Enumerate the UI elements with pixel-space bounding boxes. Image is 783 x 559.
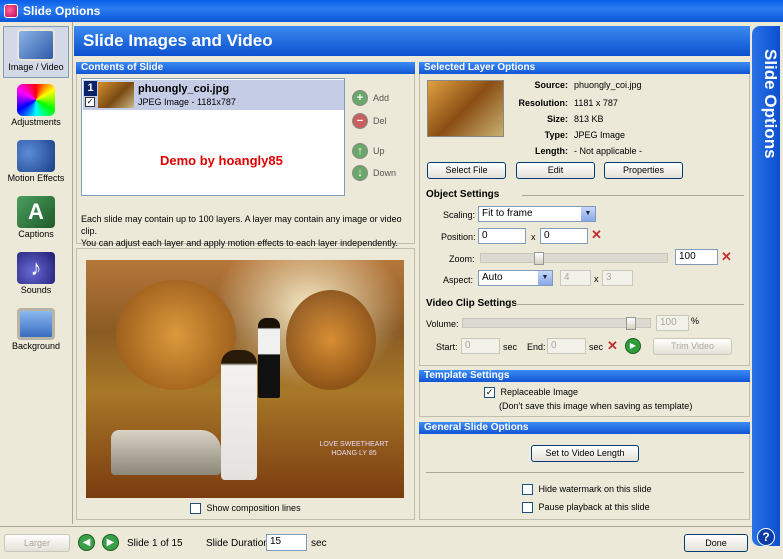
background-icon xyxy=(17,308,55,340)
reset-position-icon[interactable]: ✕ xyxy=(591,227,602,243)
list-item[interactable]: 1 ✓ phuongly_coi.jpg JPEG Image - 1181x7… xyxy=(83,80,344,110)
length-value: - Not applicable - xyxy=(574,146,643,156)
selected-layer-thumbnail xyxy=(427,80,504,137)
sidebar: Image / Video Adjustments Motion Effects… xyxy=(0,22,73,524)
reset-zoom-icon[interactable]: ✕ xyxy=(721,249,732,265)
scaling-dropdown[interactable]: Fit to frame ▼ xyxy=(478,206,596,222)
groom-figure xyxy=(258,318,280,398)
start-time-field[interactable]: 0 xyxy=(461,338,500,354)
sidebar-item-image-video[interactable]: Image / Video xyxy=(3,26,69,78)
position-y-field[interactable]: 0 xyxy=(540,228,588,244)
preview-watermark: LOVE SWEETHEART HOANG LY 85 xyxy=(319,441,389,457)
trim-video-button[interactable]: Trim Video xyxy=(653,338,732,355)
captions-icon: A xyxy=(17,196,55,228)
aspect-width-field[interactable]: 4 xyxy=(560,270,591,286)
layer-name: phuongly_coi.jpg xyxy=(138,83,230,95)
delete-layer-button[interactable]: − Del xyxy=(352,113,387,129)
volume-slider[interactable] xyxy=(462,317,651,330)
selected-layer-section-header: Selected Layer Options xyxy=(419,62,750,74)
slide-preview[interactable]: LOVE SWEETHEART HOANG LY 85 xyxy=(86,260,404,498)
set-to-video-length-button[interactable]: Set to Video Length xyxy=(531,445,639,462)
sidebar-item-background[interactable]: Background xyxy=(3,306,69,358)
pause-playback-option[interactable]: Pause playback at this slide xyxy=(522,502,650,514)
general-section-header: General Slide Options xyxy=(419,422,750,434)
hide-watermark-checkbox[interactable] xyxy=(522,484,533,496)
move-up-button[interactable]: ↑ Up xyxy=(352,143,385,159)
larger-button[interactable]: Larger xyxy=(4,534,70,552)
app-icon xyxy=(4,4,18,18)
sidebar-item-adjustments[interactable]: Adjustments xyxy=(3,82,69,134)
arrow-down-icon: ↓ xyxy=(352,165,368,181)
position-x-field[interactable]: 0 xyxy=(478,228,526,244)
video-clip-settings-heading: Video Clip Settings xyxy=(426,298,517,309)
move-down-button[interactable]: ↓ Down xyxy=(352,165,396,181)
preview-image: LOVE SWEETHEART HOANG LY 85 xyxy=(86,260,404,498)
sounds-icon: ♪ xyxy=(17,252,55,284)
layer-thumbnail xyxy=(98,82,134,108)
edit-button[interactable]: Edit xyxy=(516,162,595,179)
show-composition-lines-option[interactable]: Show composition lines xyxy=(190,503,301,515)
properties-button[interactable]: Properties xyxy=(604,162,683,179)
volume-slider-thumb[interactable] xyxy=(626,317,636,330)
image-video-icon xyxy=(17,29,55,61)
sidebar-item-sounds[interactable]: ♪ Sounds xyxy=(3,250,69,302)
next-slide-icon[interactable]: ▶ xyxy=(102,534,119,551)
layer-checkbox[interactable]: ✓ xyxy=(85,97,95,107)
bride-figure xyxy=(221,350,257,480)
demo-watermark-text: Demo by hoangly85 xyxy=(160,153,283,168)
sidebar-item-motion-effects[interactable]: Motion Effects xyxy=(3,138,69,190)
aspect-dropdown[interactable]: Auto ▼ xyxy=(478,270,553,286)
window-title: Slide Options xyxy=(23,4,101,18)
layer-info: JPEG Image - 1181x787 xyxy=(138,97,236,107)
minus-icon: − xyxy=(352,113,368,129)
reset-time-icon[interactable]: ✕ xyxy=(607,338,618,354)
chevron-down-icon: ▼ xyxy=(538,271,552,285)
help-icon[interactable]: ? xyxy=(757,528,775,546)
plus-icon: + xyxy=(352,90,368,106)
adjustments-icon xyxy=(17,84,55,116)
done-button[interactable]: Done xyxy=(684,534,748,552)
hide-watermark-option[interactable]: Hide watermark on this slide xyxy=(522,484,652,496)
resolution-value: 1181 x 787 xyxy=(574,98,618,108)
previous-slide-icon[interactable]: ◀ xyxy=(78,534,95,551)
play-icon[interactable]: ▶ xyxy=(625,338,641,354)
zoom-field[interactable]: 100 xyxy=(675,249,718,265)
vintage-car xyxy=(111,430,221,475)
object-settings-heading: Object Settings xyxy=(426,189,500,200)
replaceable-image-option[interactable]: ✓ Replaceable Image xyxy=(484,387,578,399)
slide-counter: Slide 1 of 15 xyxy=(127,538,183,549)
pause-playback-checkbox[interactable] xyxy=(522,502,533,514)
source-value: phuongly_coi.jpg xyxy=(574,80,642,90)
motion-effects-icon xyxy=(17,140,55,172)
zoom-slider[interactable] xyxy=(480,252,668,265)
layers-info-text: Each slide may contain up to 100 layers.… xyxy=(81,214,402,248)
replaceable-note: (Don't save this image when saving as te… xyxy=(499,401,693,411)
zoom-slider-thumb[interactable] xyxy=(534,252,544,265)
bottom-bar: Larger ◀ ▶ Slide 1 of 15 Slide Duration:… xyxy=(0,526,752,559)
sidebar-item-captions[interactable]: A Captions xyxy=(3,194,69,246)
layer-list[interactable]: 1 ✓ phuongly_coi.jpg JPEG Image - 1181x7… xyxy=(81,78,345,196)
page-title: Slide Images and Video xyxy=(74,26,750,56)
volume-field[interactable]: 100 xyxy=(656,315,689,331)
aspect-height-field[interactable]: 3 xyxy=(602,270,633,286)
end-time-field[interactable]: 0 xyxy=(547,338,586,354)
add-layer-button[interactable]: + Add xyxy=(352,90,389,106)
side-title-bar: Slide Options xyxy=(752,26,780,546)
select-file-button[interactable]: Select File xyxy=(427,162,506,179)
chevron-down-icon: ▼ xyxy=(581,207,595,221)
template-section-header: Template Settings xyxy=(419,370,750,382)
type-value: JPEG Image xyxy=(574,130,626,140)
window-title-bar: Slide Options xyxy=(0,0,783,22)
contents-section-header: Contents of Slide xyxy=(76,62,415,74)
side-title: Slide Options xyxy=(761,48,780,159)
arrow-up-icon: ↑ xyxy=(352,143,368,159)
slide-duration-field[interactable]: 15 xyxy=(266,534,307,551)
size-value: 813 KB xyxy=(574,114,604,124)
replaceable-image-checkbox[interactable]: ✓ xyxy=(484,387,495,399)
layer-number: 1 xyxy=(84,81,97,96)
composition-lines-checkbox[interactable] xyxy=(190,503,201,515)
